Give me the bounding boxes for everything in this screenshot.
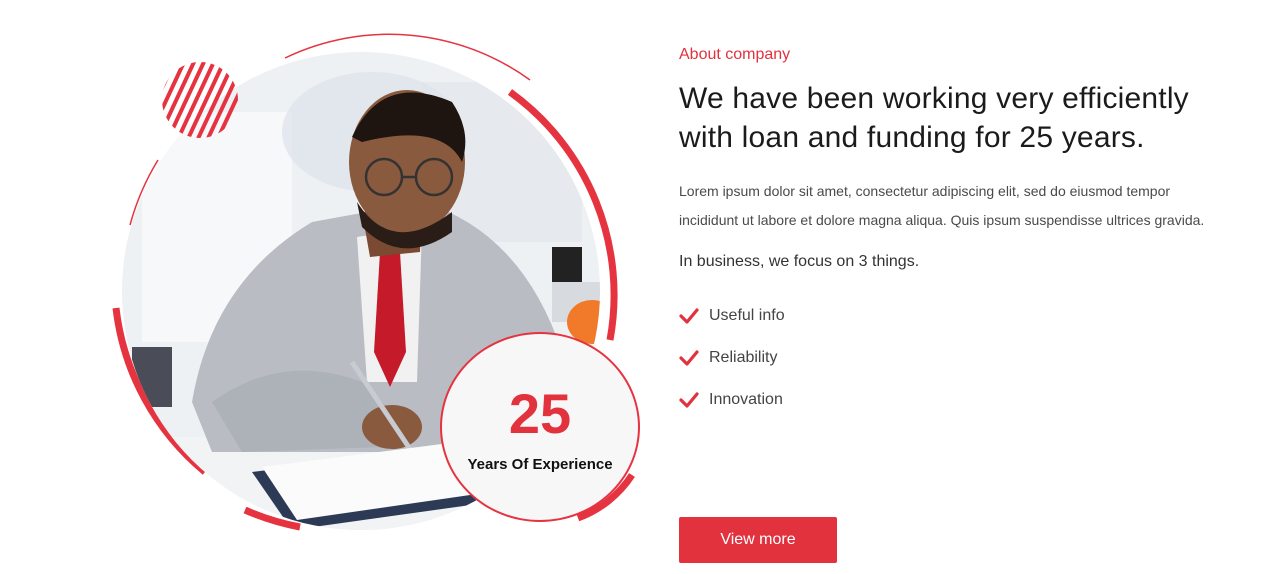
check-icon	[679, 350, 699, 366]
section-eyebrow: About company	[679, 46, 791, 63]
check-icon	[679, 392, 699, 408]
striped-circle-decoration	[162, 62, 238, 138]
section-paragraph: Lorem ipsum dolor sit amet, consectetur …	[679, 183, 1205, 228]
checklist-label: Innovation	[709, 391, 783, 408]
checklist-label: Useful info	[709, 307, 785, 324]
experience-badge: 25 Years Of Experience	[440, 332, 640, 522]
experience-label: Years Of Experience	[467, 455, 613, 473]
focus-statement: In business, we focus on 3 things.	[679, 253, 920, 270]
focus-checklist: Useful info Reliability Innovation	[679, 295, 1239, 421]
experience-years: 25	[508, 381, 572, 445]
checklist-item: Innovation	[679, 379, 1239, 421]
view-more-button[interactable]: View more	[679, 517, 837, 563]
about-visual: 25 Years Of Experience	[100, 33, 660, 560]
section-heading: We have been working very efficiently wi…	[679, 82, 1189, 154]
check-icon	[679, 308, 699, 324]
checklist-item: Reliability	[679, 337, 1239, 379]
about-content: About company We have been working very …	[679, 46, 1239, 563]
checklist-item: Useful info	[679, 295, 1239, 337]
checklist-label: Reliability	[709, 349, 778, 366]
